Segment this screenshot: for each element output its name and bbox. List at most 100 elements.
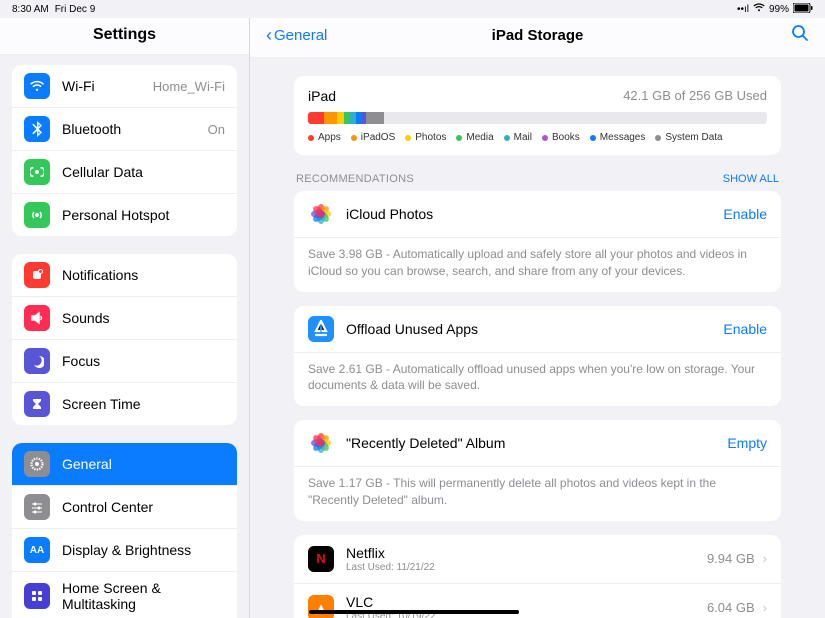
chevron-right-icon: › [763, 600, 767, 615]
app-row-netflix[interactable]: NNetflixLast Used: 11/21/229.94 GB› [294, 535, 781, 584]
sidebar-item-general[interactable]: General [12, 443, 237, 486]
app-icon: N [308, 546, 334, 572]
recommendation-title: iCloud Photos [346, 206, 723, 222]
legend-item: Media [456, 132, 493, 143]
sidebar-item-label: General [62, 456, 225, 472]
recommendation-card: iCloud PhotosEnable Save 3.98 GB - Automa… [294, 191, 781, 292]
recommendation-card: "Recently Deleted" AlbumEmptySave 1.17 G… [294, 420, 781, 521]
legend-dot [655, 135, 661, 141]
legend-dot [405, 135, 411, 141]
show-all-link[interactable]: SHOW ALL [723, 173, 779, 185]
recommendation-desc: Save 3.98 GB - Automatically upload and … [294, 238, 781, 292]
status-time: 8:30 AM [12, 4, 49, 15]
sidebar-item-label: Screen Time [62, 396, 225, 412]
legend-dot [542, 135, 548, 141]
legend-label: Media [466, 132, 493, 143]
apps-list: NNetflixLast Used: 11/21/229.94 GB›▲VLCL… [294, 535, 781, 618]
storage-used-text: 42.1 GB of 256 GB Used [623, 88, 767, 104]
sidebar-item-label: Personal Hotspot [62, 207, 225, 223]
app-name: Netflix [346, 545, 707, 561]
AA-icon: AA [24, 537, 50, 563]
sliders-icon [24, 494, 50, 520]
sidebar-item-label: Home Screen & Multitasking [62, 580, 225, 612]
storage-segment [324, 112, 337, 124]
sidebar-item-control-center[interactable]: Control Center [12, 486, 237, 529]
battery-icon [793, 3, 813, 16]
sidebar-item-screen-time[interactable]: Screen Time [12, 383, 237, 425]
home-indicator[interactable] [309, 610, 519, 614]
legend-label: iPadOS [361, 132, 395, 143]
legend-item: Apps [308, 132, 341, 143]
wifi-icon [24, 73, 50, 99]
signal-icon: ••ıl [737, 4, 749, 15]
storage-segment [366, 112, 383, 124]
sidebar-item-label: Cellular Data [62, 164, 225, 180]
recommendation-action[interactable]: Enable [723, 206, 767, 222]
sidebar-item-bluetooth[interactable]: BluetoothOn [12, 108, 237, 151]
wifi-icon [753, 3, 765, 15]
sidebar-title: Settings [0, 18, 249, 55]
gear-icon [24, 451, 50, 477]
sidebar-item-label: Control Center [62, 499, 225, 515]
recommendations-title: RECOMMENDATIONS [296, 173, 414, 185]
page-title: iPad Storage [492, 27, 584, 44]
hourglass-icon [24, 391, 50, 417]
sidebar-item-personal-hotspot[interactable]: Personal Hotspot [12, 194, 237, 236]
bell-icon [24, 262, 50, 288]
battery-pct: 99% [769, 4, 789, 15]
legend-label: Messages [600, 132, 646, 143]
legend-dot [351, 135, 357, 141]
back-button[interactable]: ‹ General [266, 25, 327, 46]
sidebar-item-notifications[interactable]: Notifications [12, 254, 237, 297]
sidebar-item-display-brightness[interactable]: AA Display & Brightness [12, 529, 237, 572]
recommendations-header: RECOMMENDATIONS SHOW ALL [294, 173, 781, 191]
legend-item: Mail [504, 132, 532, 143]
sidebar-item-label: Focus [62, 353, 225, 369]
legend-item: iPadOS [351, 132, 395, 143]
sidebar-item-label: Wi-Fi [62, 78, 153, 94]
status-bar: 8:30 AM Fri Dec 9 ••ıl 99% [0, 0, 825, 18]
sidebar-item-label: Sounds [62, 310, 225, 326]
legend-label: System Data [665, 132, 722, 143]
app-icon: ▲ [308, 595, 334, 618]
sidebar-item-wi-fi[interactable]: Wi-FiHome_Wi-Fi [12, 65, 237, 108]
cell-icon [24, 159, 50, 185]
storage-summary-card: iPad 42.1 GB of 256 GB Used Apps iPadOS Ph… [294, 76, 781, 155]
legend-label: Books [552, 132, 580, 143]
bt-icon [24, 116, 50, 142]
status-icons: ••ıl 99% [737, 3, 813, 16]
moon-icon [24, 348, 50, 374]
appstore-icon [308, 316, 334, 342]
search-icon[interactable] [791, 24, 809, 47]
recommendation-desc: Save 2.61 GB - Automatically offload unu… [294, 353, 781, 407]
photos-icon [308, 430, 334, 456]
photos-icon [308, 201, 334, 227]
legend-item: Photos [405, 132, 446, 143]
storage-legend: Apps iPadOS Photos Media Mail Books Messages Sy… [308, 132, 767, 143]
sidebar-item-home-screen-multitasking[interactable]: Home Screen & Multitasking [12, 572, 237, 618]
sidebar-item-focus[interactable]: Focus [12, 340, 237, 383]
sound-icon [24, 305, 50, 331]
legend-label: Photos [415, 132, 446, 143]
sidebar-item-sounds[interactable]: Sounds [12, 297, 237, 340]
sidebar-item-label: Bluetooth [62, 121, 208, 137]
legend-dot [504, 135, 510, 141]
sidebar-item-label: Display & Brightness [62, 542, 225, 558]
app-size: 6.04 GB [707, 600, 755, 615]
recommendation-title: "Recently Deleted" Album [346, 435, 727, 451]
sidebar-item-cellular-data[interactable]: Cellular Data [12, 151, 237, 194]
recommendation-card: Offload Unused AppsEnableSave 2.61 GB - … [294, 306, 781, 407]
device-name: iPad [308, 88, 336, 104]
legend-dot [590, 135, 596, 141]
grid-icon [24, 583, 50, 609]
back-label: General [274, 27, 327, 44]
recommendation-action[interactable]: Enable [723, 321, 767, 337]
recommendation-action[interactable]: Empty [727, 435, 767, 451]
chevron-left-icon: ‹ [266, 25, 272, 46]
detail-pane[interactable]: ‹ General iPad Storage iPad 42.1 GB of 2… [250, 18, 825, 618]
sidebar[interactable]: Settings Wi-FiHome_Wi-FiBluetoothOnCellu… [0, 18, 250, 618]
legend-dot [308, 135, 314, 141]
sidebar-item-label: Notifications [62, 267, 225, 283]
status-date: Fri Dec 9 [55, 4, 96, 15]
sidebar-item-value: On [208, 122, 225, 137]
